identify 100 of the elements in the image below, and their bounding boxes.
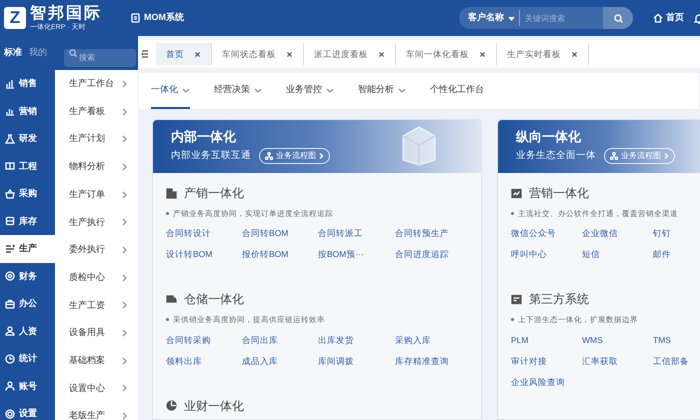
submenu-item[interactable]: 生产工资 bbox=[55, 292, 134, 320]
feature-link[interactable]: 审计对接 bbox=[511, 354, 582, 368]
feature-link[interactable]: 合同转设计 bbox=[166, 226, 242, 242]
collapse-icon bbox=[141, 50, 149, 58]
chevron-icon bbox=[120, 244, 128, 255]
section-title: 业财一体化 bbox=[184, 398, 244, 414]
subnav-tab[interactable]: 智能分析 bbox=[358, 73, 406, 109]
submenu-item[interactable]: 委外执行 bbox=[55, 236, 134, 264]
card-subtitle: 业务生态全面一体 bbox=[516, 148, 596, 162]
submenu-item[interactable]: 基础档案 bbox=[55, 346, 134, 375]
feature-link[interactable]: 合同转采购 bbox=[166, 332, 242, 348]
module-item[interactable]: 生产 bbox=[0, 235, 55, 262]
search-scope[interactable]: 客户名称 bbox=[459, 11, 504, 25]
feature-link[interactable]: 报价转BOM bbox=[242, 247, 318, 262]
feature-link[interactable]: 合同转预生产 bbox=[395, 226, 475, 242]
feature-link[interactable]: 合同出库 bbox=[242, 332, 318, 348]
feature-link[interactable]: 企业微信 bbox=[582, 226, 653, 242]
chevron-icon bbox=[664, 152, 669, 160]
feature-link[interactable]: 按BOM预··· bbox=[318, 247, 395, 262]
submenu-item[interactable]: 生产看板 bbox=[55, 98, 134, 126]
system-link[interactable]: MOM系统 bbox=[144, 11, 184, 25]
briefcase-icon bbox=[5, 298, 15, 309]
module-item[interactable]: 工程 bbox=[0, 152, 55, 180]
feature-link[interactable]: 合同进度追踪 bbox=[395, 247, 475, 262]
submenu-item[interactable]: 老版生产 bbox=[55, 402, 134, 420]
module-item[interactable]: 账号 bbox=[0, 372, 55, 400]
feature-link[interactable]: 合同转BOM bbox=[242, 226, 318, 242]
feature-link[interactable]: 汇率获取 bbox=[582, 354, 653, 368]
document-icon bbox=[131, 13, 140, 23]
chevron-icon bbox=[319, 152, 324, 160]
submenu-item[interactable]: 质检中心 bbox=[55, 264, 134, 292]
chevron-icon bbox=[120, 272, 128, 283]
search-button[interactable] bbox=[603, 7, 633, 29]
module-item[interactable]: 办公 bbox=[0, 290, 55, 318]
subnav-tab[interactable]: 业务管控 bbox=[286, 73, 334, 109]
module-item[interactable]: 设置 bbox=[0, 400, 55, 420]
page-tab[interactable]: 车间一体化看板 bbox=[396, 43, 497, 65]
feature-link[interactable]: 企业风险查询 bbox=[511, 374, 582, 390]
page-tab[interactable]: 生产实时看板 bbox=[497, 43, 589, 65]
feature-link[interactable]: 设计转BOM bbox=[166, 247, 242, 262]
section-title: 产销一体化 bbox=[184, 185, 244, 202]
bar-chart-icon bbox=[5, 78, 15, 89]
feature-link[interactable]: 采购入库 bbox=[395, 332, 475, 348]
module-item[interactable]: 营销 bbox=[0, 98, 55, 125]
feature-link[interactable]: 工信部备 bbox=[653, 354, 700, 368]
feature-link[interactable]: 微信公众号 bbox=[511, 226, 582, 242]
feature-link[interactable]: 呼叫中心 bbox=[511, 247, 582, 262]
feature-link[interactable]: 钉钉 bbox=[653, 226, 700, 242]
module-item[interactable]: 研发 bbox=[0, 125, 55, 152]
module-item[interactable]: 统计 bbox=[0, 345, 55, 372]
submenu-item[interactable]: 生产订单 bbox=[55, 180, 134, 208]
subnav-tab[interactable]: 个性化工作台 bbox=[430, 73, 484, 109]
feature-link[interactable]: WMS bbox=[582, 332, 653, 348]
sidebar-tab[interactable]: 我的 bbox=[29, 46, 47, 60]
pie-chart-icon bbox=[166, 400, 177, 411]
module-item[interactable]: 采购 bbox=[0, 180, 55, 208]
feature-link[interactable]: 成品入库 bbox=[242, 354, 318, 368]
subnav-tab[interactable]: 一体化 bbox=[151, 73, 190, 109]
feature-link[interactable]: 库间调拨 bbox=[318, 354, 395, 368]
sidebar-tab[interactable]: 标准 bbox=[4, 46, 22, 60]
search-bar[interactable]: 客户名称 关键词搜索 bbox=[459, 7, 633, 29]
chart-icon bbox=[511, 188, 522, 198]
feature-link[interactable]: TMS bbox=[653, 332, 700, 348]
home-link[interactable]: 首页 bbox=[653, 11, 684, 25]
close-icon bbox=[286, 50, 293, 58]
submenu-item[interactable]: 物料分析 bbox=[55, 153, 134, 181]
window-icon bbox=[511, 294, 522, 305]
chevron-icon bbox=[120, 328, 128, 338]
feature-link[interactable]: 库存精准查询 bbox=[395, 354, 475, 368]
subnav-tab[interactable]: 经营决策 bbox=[214, 73, 262, 109]
search-icon bbox=[614, 14, 622, 22]
feature-link[interactable]: 合同转派工 bbox=[318, 226, 395, 242]
feature-link[interactable]: 短信 bbox=[582, 247, 653, 262]
page-tab[interactable]: 首页 bbox=[156, 43, 212, 65]
flowchart-button[interactable]: 业务流程图 bbox=[259, 148, 330, 164]
submenu-item[interactable]: 设备用具 bbox=[55, 319, 134, 347]
network-icon bbox=[610, 152, 618, 160]
chevron-icon bbox=[120, 190, 128, 200]
chevron-icon bbox=[120, 134, 128, 144]
feature-link[interactable]: 领料出库 bbox=[166, 354, 242, 368]
submenu-item[interactable]: 生产工作台 bbox=[55, 70, 134, 98]
feature-link[interactable]: PLM bbox=[511, 332, 582, 348]
module-item[interactable]: 财务 bbox=[0, 262, 55, 290]
list-icon bbox=[5, 244, 15, 254]
module-item[interactable]: 库存 bbox=[0, 208, 55, 235]
submenu-item[interactable]: 生产计划 bbox=[55, 125, 134, 154]
submenu-item[interactable]: 设置中心 bbox=[55, 374, 134, 402]
chevron-icon bbox=[120, 106, 128, 117]
module-item[interactable]: 销售 bbox=[0, 70, 55, 98]
page-tab[interactable]: 派工进度看板 bbox=[304, 43, 396, 65]
caret-icon bbox=[508, 14, 515, 22]
submenu-item[interactable]: 生产执行 bbox=[55, 208, 134, 236]
feature-link[interactable]: 出库发货 bbox=[318, 332, 395, 348]
home-icon bbox=[653, 13, 663, 23]
feature-link[interactable]: 邮件 bbox=[653, 247, 700, 262]
search-field[interactable]: 关键词搜索 bbox=[519, 10, 589, 26]
close-icon bbox=[479, 50, 486, 58]
chevron-icon bbox=[120, 300, 128, 310]
page-tab[interactable]: 车间状态看板 bbox=[212, 43, 304, 65]
module-item[interactable]: 人资 bbox=[0, 318, 55, 345]
